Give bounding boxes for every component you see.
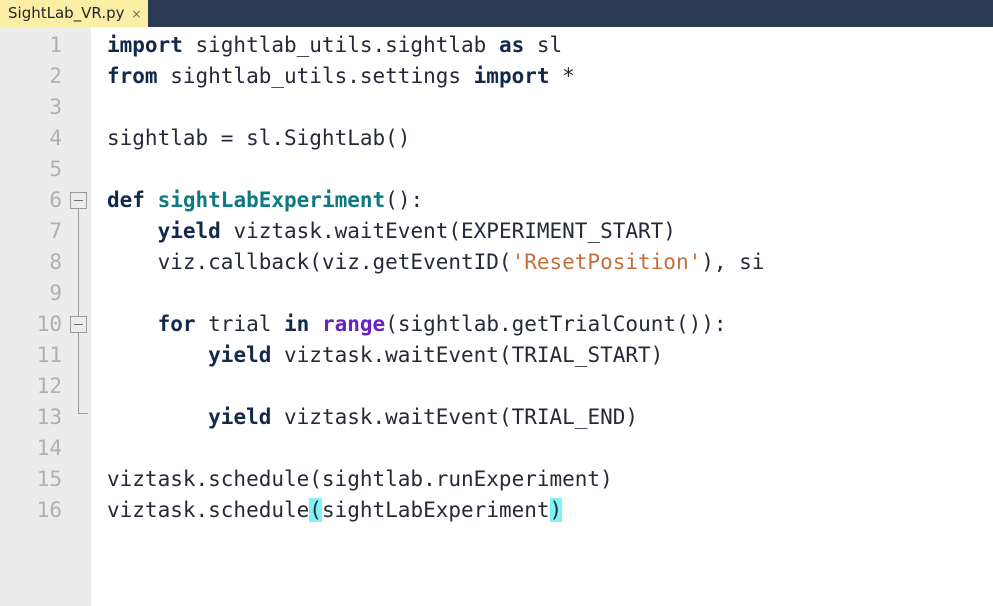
code-line[interactable]: for trial in range(sightlab.getTrialCoun… [91,309,993,340]
code-content-area[interactable]: import sightlab_utils.sightlab as sl from… [91,27,993,606]
code-line[interactable]: def sightLabExperiment(): [91,185,993,216]
code-token: yield [157,219,221,243]
line-number: 14 [36,436,62,460]
line-number: 6 [49,188,62,212]
line-number: 12 [36,374,62,398]
code-token: viztask.waitEvent(TRIAL_START) [271,343,664,367]
fold-guide-line [78,333,79,413]
code-token: sightLabExperiment [157,188,386,212]
code-token: import [107,33,183,57]
code-line[interactable]: viz.callback(viz.getEventID('ResetPositi… [91,247,993,278]
code-token: (sightlab.getTrialCount()): [385,312,727,336]
code-token: trial [195,312,285,336]
fold-region-end-marker [78,413,88,414]
line-number: 11 [36,343,62,367]
code-folding-column[interactable] [62,27,91,606]
code-token: sightLabExperiment [321,498,550,522]
code-line[interactable] [91,433,993,464]
code-token: sightlab = sl.SightLab() [107,126,411,150]
line-number: 2 [49,64,62,88]
code-line[interactable] [91,92,993,123]
code-token: viztask.schedule [107,498,310,522]
line-number: 7 [49,219,62,243]
code-token: * [549,64,575,88]
code-line[interactable]: yield viztask.waitEvent(TRIAL_END) [91,402,993,433]
code-token: import [473,64,550,88]
line-number: 13 [36,405,62,429]
code-line[interactable]: from sightlab_utils.settings import * [91,61,993,92]
line-number: 4 [49,126,62,150]
code-token: viz.callback(viz.getEventID( [107,250,512,274]
code-token: sightlab_utils.settings [157,64,474,88]
code-token: viztask.schedule(sightlab.runExperiment) [107,467,613,491]
tab-bar: SightLab_VR.py × [0,0,993,27]
code-line[interactable]: import sightlab_utils.sightlab as sl [91,30,993,61]
code-line[interactable]: yield viztask.waitEvent(EXPERIMENT_START… [91,216,993,247]
line-number: 8 [49,250,62,274]
code-token: as [498,33,525,57]
code-token: ( [309,498,322,522]
code-token: range [321,312,386,336]
line-number: 5 [49,157,62,181]
code-token: 'ResetPosition' [511,250,702,274]
line-number-column: 1 2 3 4 5 6 7 8 9 10 11 12 13 14 15 16 [0,27,62,526]
code-token: for [157,312,196,336]
code-token: yield [208,343,272,367]
code-line[interactable]: viztask.schedule(sightLabExperiment) [91,495,993,526]
code-line[interactable]: viztask.schedule(sightlab.runExperiment) [91,464,993,495]
code-token: viztask.waitEvent(TRIAL_END) [271,405,639,429]
code-token: ) [549,498,563,522]
fold-toggle-icon[interactable] [70,192,87,209]
code-token: ), si [701,250,765,274]
line-number: 15 [36,467,62,491]
editor-gutter: 1 2 3 4 5 6 7 8 9 10 11 12 13 14 15 16 [0,27,91,606]
code-line[interactable] [91,154,993,185]
code-token: viztask.waitEvent(EXPERIMENT_START) [220,219,676,243]
code-editor[interactable]: 1 2 3 4 5 6 7 8 9 10 11 12 13 14 15 16 import sightlab_… [0,27,993,606]
fold-guide-line [78,209,79,316]
code-token: yield [208,405,272,429]
code-token: sightlab_utils.sightlab [182,33,499,57]
fold-toggle-icon[interactable] [70,316,87,333]
code-token: sl [524,33,563,57]
code-token: in [284,312,310,336]
code-line[interactable] [91,278,993,309]
code-line[interactable]: yield viztask.waitEvent(TRIAL_START) [91,340,993,371]
code-token: def [107,188,145,212]
line-number: 9 [49,281,62,305]
close-icon[interactable]: × [131,8,141,20]
line-number: 16 [36,498,62,522]
editor-tab-sightlab-vr[interactable]: SightLab_VR.py × [0,0,148,27]
tab-label: SightLab_VR.py [8,4,125,22]
line-number: 10 [36,312,62,336]
code-token: (): [385,188,424,212]
code-token: from [107,64,158,88]
line-number: 1 [49,33,62,57]
code-line[interactable]: sightlab = sl.SightLab() [91,123,993,154]
line-number: 3 [49,95,62,119]
code-line[interactable] [91,371,993,402]
